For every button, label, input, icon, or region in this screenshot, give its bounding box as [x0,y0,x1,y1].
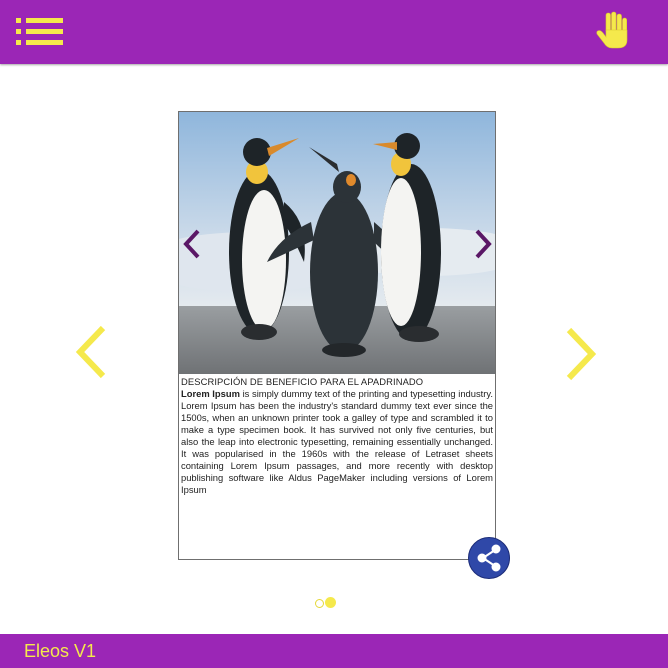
carousel-pagination [315,597,345,609]
description-lead: Lorem Ipsum [181,388,240,399]
bottom-bar: Eleos V1 [0,634,668,668]
app-name: Eleos V1 [24,641,97,661]
hand-icon[interactable] [592,10,634,52]
chevron-left-icon [75,325,106,379]
list-menu-icon[interactable] [14,14,66,50]
penguins-photo [179,112,495,374]
share-icon [477,544,501,572]
chevron-left-icon [183,229,200,259]
pagination-dot-2-active[interactable] [325,597,336,608]
image-next-button[interactable] [470,227,495,261]
benefit-card: DESCRIPCIÓN DE BENEFICIO PARA EL APADRIN… [178,111,496,560]
benefit-title: DESCRIPCIÓN DE BENEFICIO PARA EL APADRIN… [181,376,424,387]
top-app-bar [0,0,668,64]
image-prev-button[interactable] [179,227,205,261]
carousel-prev-button[interactable] [72,324,112,380]
chevron-right-icon [566,327,597,381]
benefit-description: DESCRIPCIÓN DE BENEFICIO PARA EL APADRIN… [181,376,493,496]
chevron-right-icon [475,229,492,259]
carousel-next-button[interactable] [560,326,600,382]
share-button[interactable] [468,537,510,579]
description-body: is simply dummy text of the printing and… [181,388,493,495]
pagination-dot-1[interactable] [315,599,324,608]
